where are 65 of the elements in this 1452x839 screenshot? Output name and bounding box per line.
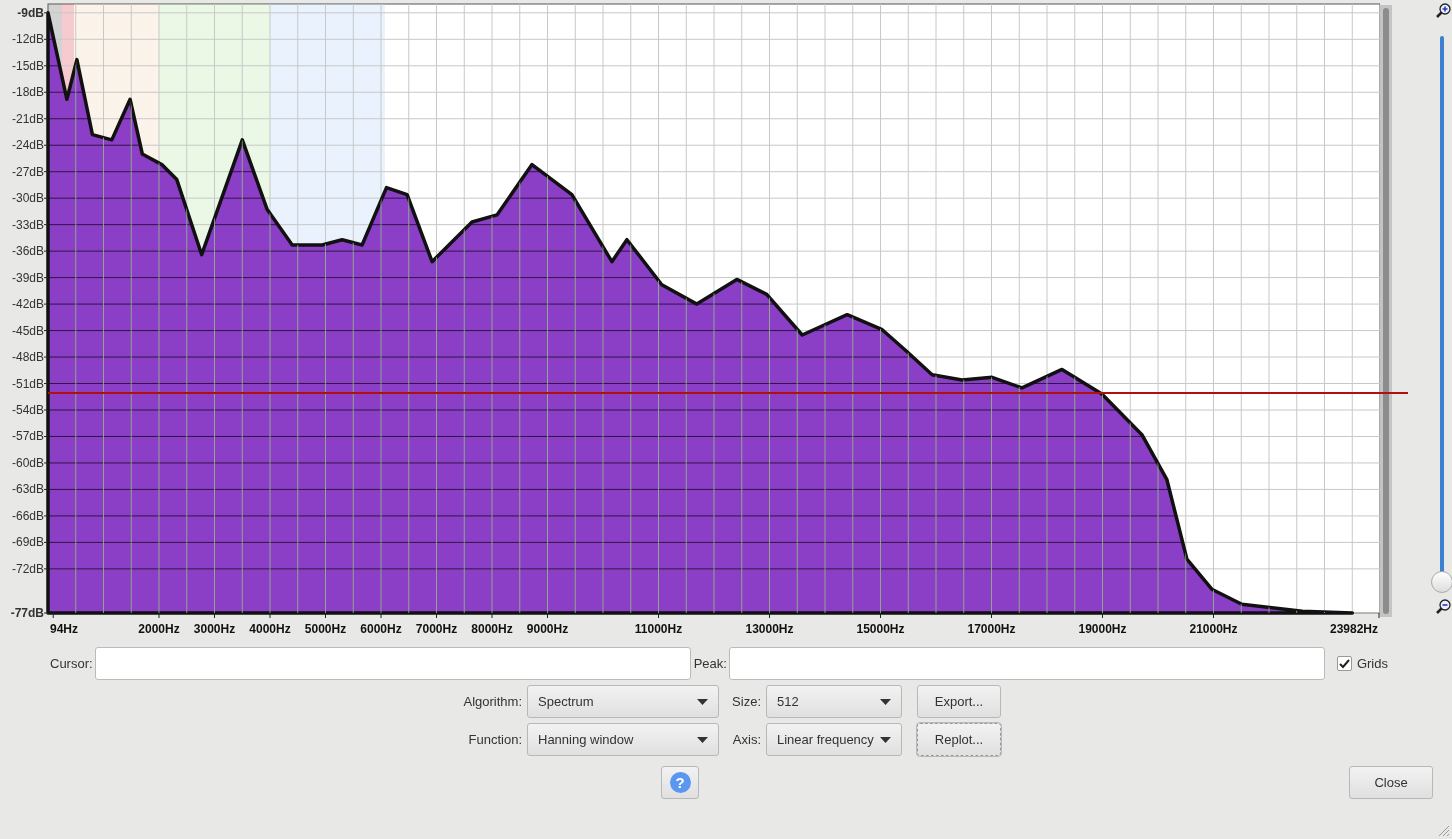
resize-grip-icon[interactable] (1436, 823, 1450, 837)
x-tick-label: 9000Hz (526, 622, 569, 636)
field-label: Size: (731, 692, 761, 711)
replot-button[interactable]: Replot... (917, 723, 1001, 756)
x-tick-label: 13000Hz (745, 622, 794, 636)
field-label: Peak: (693, 654, 727, 673)
y-tick-label: -77dB (10, 606, 44, 620)
y-tick-label: -39dB (11, 270, 44, 285)
x-tick-label: 5000Hz (304, 622, 347, 636)
zoom-in-icon[interactable] (1435, 3, 1451, 19)
y-tick-label: -15dB (11, 58, 44, 73)
y-tick-label: -27dB (11, 164, 44, 179)
x-tick-label: 2000Hz (138, 622, 180, 636)
axis-dropdown[interactable]: Linear frequency (766, 723, 902, 756)
y-tick-label: -57dB (11, 429, 44, 444)
check-icon (1338, 658, 1350, 669)
y-tick-label: -18dB (11, 85, 44, 100)
peak-field[interactable] (728, 647, 1325, 680)
field-label: Cursor: (50, 654, 93, 673)
x-tick-label: 21000Hz (1189, 622, 1238, 636)
y-tick-label: -72dB (11, 561, 44, 576)
y-tick-label: -48dB (11, 350, 44, 365)
zoom-slider-thumb[interactable] (1431, 571, 1452, 593)
function-dropdown[interactable]: Hanning window (527, 723, 719, 756)
x-tick-label: 8000Hz (471, 622, 513, 636)
x-tick-label: 3000Hz (193, 622, 236, 636)
x-tick-label: 19000Hz (1078, 622, 1127, 636)
y-tick-label: -66dB (11, 508, 44, 523)
y-tick-label: -33dB (11, 217, 44, 232)
y-tick-label: -69dB (11, 535, 44, 550)
y-tick-label: -9dB (17, 5, 44, 20)
export-button[interactable]: Export... (917, 685, 1001, 718)
zoom-out-icon[interactable] (1435, 599, 1451, 615)
field-label: Function: (467, 730, 522, 749)
y-tick-label: -60dB (11, 455, 44, 470)
y-tick-label: -21dB (11, 111, 44, 126)
y-tick-label: -36dB (11, 244, 44, 259)
y-tick-label: -54dB (11, 403, 44, 417)
vertical-scrollbar[interactable] (1380, 5, 1392, 617)
x-tick-label: 23982Hz (1329, 622, 1378, 636)
x-tick-label: 15000Hz (856, 622, 905, 636)
field-label: Algorithm: (462, 692, 522, 711)
caret-icon (697, 698, 708, 705)
caret-icon (880, 698, 891, 705)
x-tick-label: 94Hz (50, 622, 78, 636)
x-tick-label: 6000Hz (360, 622, 402, 636)
field-label: Axis: (731, 730, 761, 749)
x-tick-label: 4000Hz (249, 622, 291, 636)
y-tick-label: -51dB (11, 376, 44, 391)
y-tick-label: -30dB (11, 191, 44, 206)
x-tick-label: 7000Hz (415, 622, 458, 636)
algorithm-dropdown[interactable]: Spectrum (527, 685, 719, 718)
cursor-field[interactable] (94, 647, 691, 680)
y-tick-label: -12dB (11, 32, 44, 47)
y-tick-label: -24dB (11, 138, 44, 153)
size-dropdown[interactable]: 512 (766, 685, 902, 718)
close-button[interactable]: Close (1349, 766, 1433, 799)
caret-icon (697, 736, 708, 743)
y-tick-label: -63dB (11, 482, 44, 497)
x-tick-label: 17000Hz (967, 622, 1016, 636)
y-tick-label: -45dB (11, 323, 44, 338)
grids-checkbox[interactable]: Grids (1336, 653, 1388, 674)
caret-icon (880, 736, 891, 743)
y-tick-label: -42dB (11, 297, 44, 312)
x-tick-label: 11000Hz (634, 622, 683, 636)
